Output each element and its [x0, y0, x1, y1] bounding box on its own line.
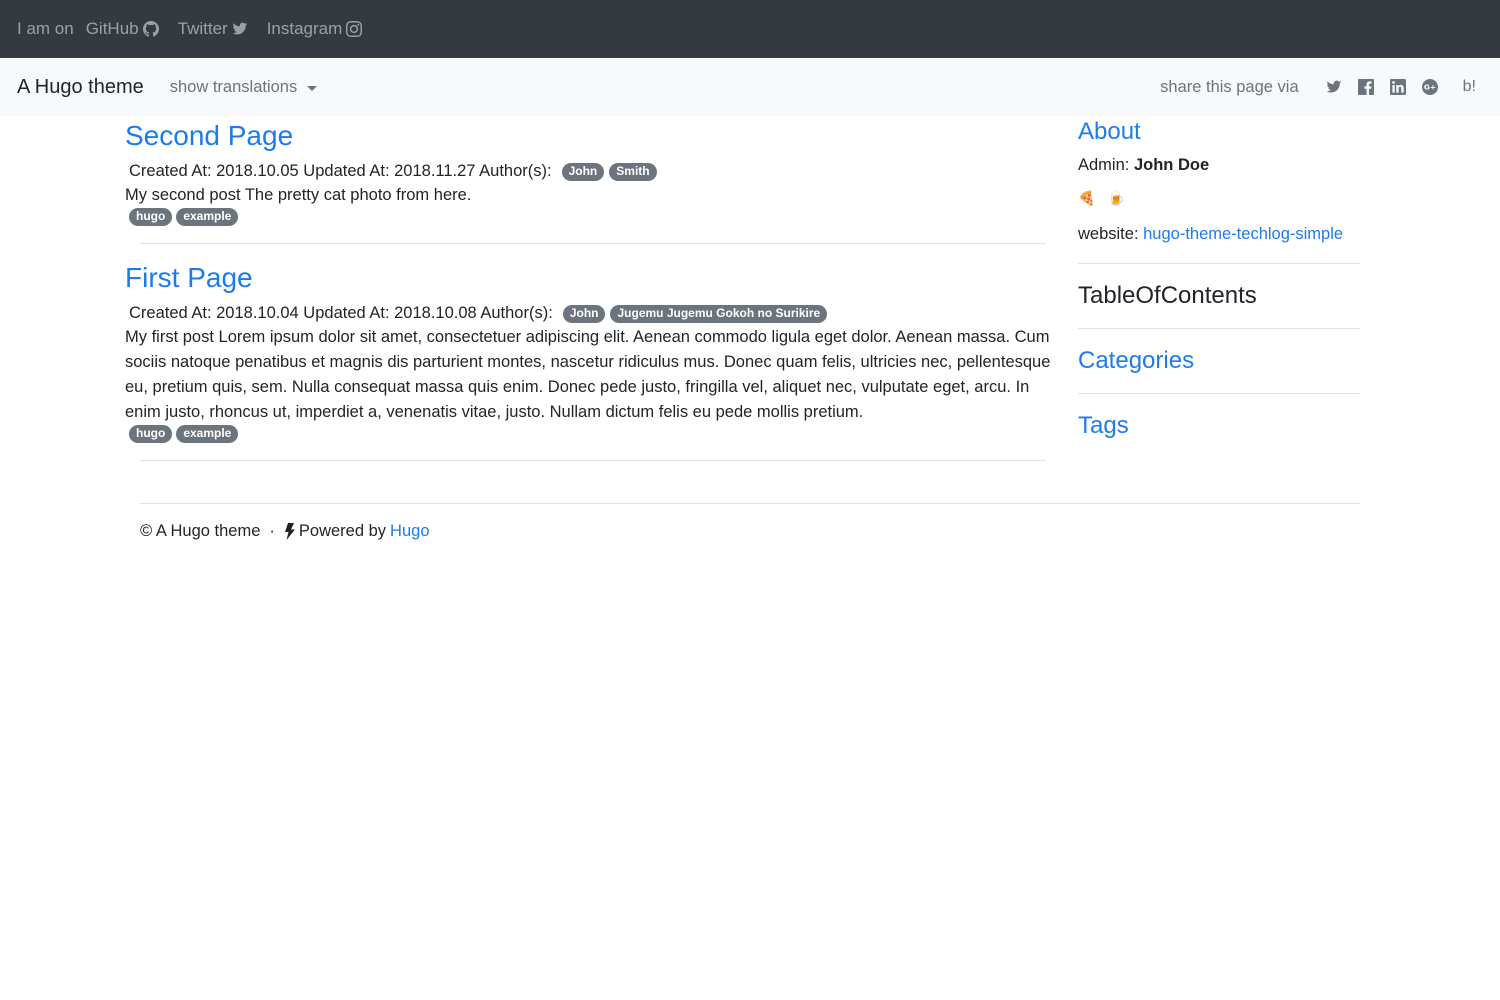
share-label: share this page via — [1160, 77, 1299, 96]
pizza-icon: 🍕 — [1078, 190, 1096, 206]
sidebar-divider — [1078, 393, 1360, 394]
categories-link[interactable]: Categories — [1078, 345, 1360, 377]
post-item: Second Page Created At: 2018.10.05 Updat… — [125, 118, 1055, 244]
about-link[interactable]: About — [1078, 116, 1360, 148]
post-tags: hugo example — [125, 208, 1055, 226]
twitter-link-label: Twitter — [177, 19, 228, 38]
footer-divider — [140, 503, 1360, 504]
post-divider — [140, 460, 1046, 461]
top-social-bar: I am on GitHub Twitter Instagram — [0, 0, 1500, 58]
twitter-icon — [1326, 80, 1342, 93]
share-twitter-button[interactable] — [1326, 79, 1343, 96]
post-title-link[interactable]: Second Page — [125, 118, 1055, 154]
favorite-emojis: 🍕 🍺 — [1078, 190, 1360, 207]
author-badge[interactable]: Jugemu Jugemu Gokoh no Surikire — [610, 304, 828, 323]
sidebar-divider — [1078, 263, 1360, 264]
post-meta: Created At: 2018.10.05 Updated At: 2018.… — [125, 162, 1055, 181]
post-dates: Created At: 2018.10.05 Updated At: 2018.… — [129, 162, 552, 180]
beer-icon: 🍺 — [1107, 190, 1125, 206]
toc-heading: TableOfContents — [1078, 282, 1257, 309]
author-badge[interactable]: John — [562, 304, 606, 323]
twitter-link[interactable]: Twitter — [178, 19, 248, 39]
instagram-link[interactable]: Instagram — [267, 19, 363, 39]
post-list: Second Page Created At: 2018.10.05 Updat… — [125, 116, 1055, 477]
tag-badge[interactable]: hugo — [129, 425, 173, 443]
post-title-link[interactable]: First Page — [125, 260, 1055, 296]
site-brand[interactable]: A Hugo theme — [17, 76, 144, 99]
author-badge[interactable]: John — [561, 162, 605, 181]
post-excerpt: My second post The pretty cat photo from… — [125, 186, 472, 204]
admin-label: Admin: — [1078, 156, 1130, 174]
share-facebook-button[interactable] — [1358, 79, 1375, 96]
share-linkedin-button[interactable] — [1390, 79, 1407, 96]
website-info: website: hugo-theme-techlog-simple — [1078, 222, 1360, 247]
google-plus-icon: G+ — [1422, 79, 1439, 95]
twitter-icon — [232, 22, 248, 35]
github-link[interactable]: GitHub — [86, 19, 159, 39]
footer: © A Hugo theme · Powered by Hugo — [140, 522, 430, 541]
tags-link[interactable]: Tags — [1078, 410, 1360, 442]
share-google-plus-button[interactable]: G+ — [1422, 79, 1439, 96]
sidebar: About Admin: John Doe 🍕 🍺 website: hugo-… — [1078, 116, 1360, 442]
powered-by-text: Powered by — [298, 522, 387, 540]
caret-down-icon — [307, 85, 318, 91]
bolt-icon — [284, 523, 295, 540]
post-divider — [140, 243, 1046, 244]
show-translations-dropdown[interactable]: show translations — [169, 77, 318, 97]
website-link[interactable]: hugo-theme-techlog-simple — [1143, 225, 1343, 243]
share-hatena-button[interactable]: b! — [1463, 78, 1476, 96]
social-intro-text: I am on — [17, 19, 74, 38]
instagram-link-label: Instagram — [266, 19, 343, 38]
admin-name: John Doe — [1133, 156, 1210, 174]
svg-text:G+: G+ — [1424, 83, 1436, 92]
author-badge[interactable]: Smith — [609, 162, 657, 181]
facebook-icon — [1358, 79, 1375, 95]
tag-badge[interactable]: hugo — [129, 208, 173, 226]
post-dates: Created At: 2018.10.04 Updated At: 2018.… — [129, 304, 553, 322]
github-icon — [142, 21, 159, 37]
share-section: share this page via G+ b! — [1160, 78, 1476, 97]
main-navbar: A Hugo theme show translations share thi… — [0, 58, 1500, 116]
post-item: First Page Created At: 2018.10.04 Update… — [125, 260, 1055, 461]
post-excerpt: My first post Lorem ipsum dolor sit amet… — [125, 328, 1051, 421]
translations-label: show translations — [169, 77, 298, 96]
hugo-link[interactable]: Hugo — [390, 522, 429, 541]
github-link-label: GitHub — [85, 19, 139, 38]
admin-info: Admin: John Doe — [1078, 156, 1360, 175]
footer-separator: · — [269, 522, 275, 540]
tag-badge[interactable]: example — [176, 425, 239, 443]
instagram-icon — [346, 21, 363, 37]
sidebar-divider — [1078, 328, 1360, 329]
tag-badge[interactable]: example — [176, 208, 239, 226]
website-label: website: — [1078, 225, 1139, 243]
copyright-text: © A Hugo theme — [140, 522, 261, 540]
post-tags: hugo example — [125, 425, 1055, 443]
post-meta: Created At: 2018.10.04 Updated At: 2018.… — [125, 304, 1055, 323]
linkedin-icon — [1390, 79, 1407, 95]
